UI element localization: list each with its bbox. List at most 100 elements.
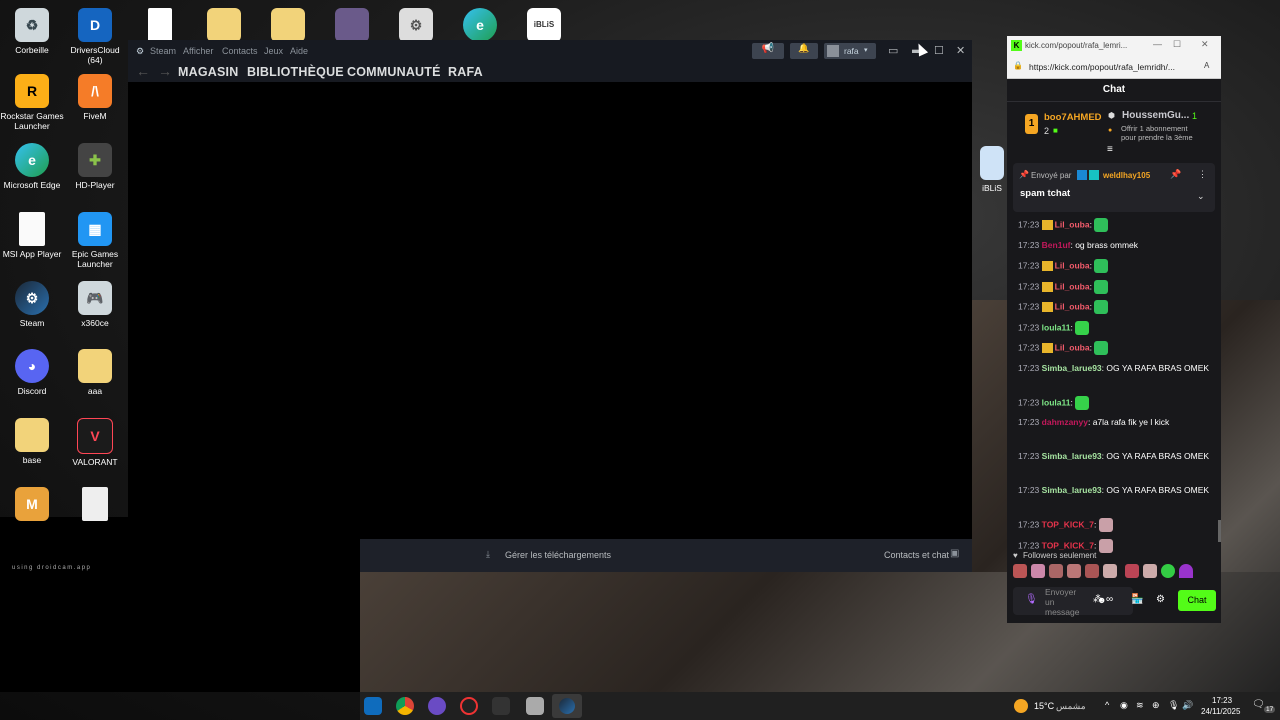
- chat-username[interactable]: Simba_larue93: [1042, 363, 1102, 373]
- chat-username[interactable]: Lil_ouba: [1055, 260, 1090, 270]
- menu-jeux[interactable]: Jeux: [264, 46, 283, 56]
- desktop-icon-base[interactable]: base: [0, 418, 64, 465]
- chat-message[interactable]: 17:23 Lil_ouba:: [1018, 341, 1210, 355]
- menu-afficher[interactable]: Afficher: [183, 46, 213, 56]
- maximize-icon[interactable]: ☐: [1173, 39, 1181, 50]
- back-arrow-icon[interactable]: ←: [136, 63, 150, 79]
- chat-username[interactable]: Lil_ouba: [1055, 219, 1090, 229]
- weather-icon[interactable]: [1014, 699, 1028, 713]
- chat-message[interactable]: 17:23 Simba_larue93: OG YA RAFA BRAS OME…: [1018, 362, 1210, 375]
- desktop-icon-fivem[interactable]: /\ FiveM: [63, 74, 127, 121]
- menu-steam[interactable]: Steam: [150, 46, 176, 56]
- outlook-icon[interactable]: [364, 697, 382, 715]
- network-icon[interactable]: ⊕: [1152, 700, 1160, 711]
- share-icon[interactable]: ⁂: [1093, 594, 1103, 605]
- chat-message[interactable]: 17:23 Lil_ouba:: [1018, 300, 1210, 314]
- read-aloud-icon[interactable]: A: [1204, 61, 1209, 70]
- chat-username[interactable]: Ben1uf: [1042, 240, 1071, 250]
- nav-rafa[interactable]: RAFA: [448, 65, 483, 79]
- chat-username[interactable]: Lil_ouba: [1055, 301, 1090, 311]
- chat-message[interactable]: 17:23 TOP_KICK_7:: [1018, 518, 1210, 532]
- pin-icon[interactable]: 📌: [1170, 169, 1181, 180]
- chat-message[interactable]: 17:23 Simba_larue93: OG YA RAFA BRAS OME…: [1018, 450, 1210, 463]
- clock-date[interactable]: 24/11/2025: [1201, 707, 1240, 716]
- top-gifter-name[interactable]: boo7AHMED: [1044, 112, 1102, 123]
- close-icon[interactable]: ✕: [956, 44, 965, 57]
- forward-arrow-icon[interactable]: →: [158, 63, 172, 79]
- broadcast-icon[interactable]: 📢: [752, 43, 784, 59]
- desktop-icon-file[interactable]: [63, 487, 127, 524]
- menu-contacts[interactable]: Contacts: [222, 46, 258, 56]
- chat-message[interactable]: 17:23 loula11:: [1018, 320, 1210, 335]
- desktop-icon-valorant[interactable]: V VALORANT: [63, 418, 127, 467]
- chat-username[interactable]: loula11: [1042, 322, 1071, 332]
- chat-username[interactable]: Lil_ouba: [1055, 342, 1090, 352]
- scrollbar-thumb[interactable]: [1218, 520, 1221, 542]
- chat-icon[interactable]: ▣: [950, 548, 959, 559]
- bell-icon[interactable]: 🔔: [790, 43, 818, 59]
- user-menu[interactable]: rafa ▾: [824, 43, 876, 59]
- desktop-icon-discord[interactable]: ◕ Discord: [0, 349, 64, 396]
- gear-icon[interactable]: ⚙: [1156, 594, 1165, 605]
- desktop-icon-aaa[interactable]: aaa: [63, 349, 127, 396]
- app-icon[interactable]: [460, 697, 478, 715]
- maximize-icon[interactable]: ☐: [934, 44, 944, 57]
- chat-message[interactable]: 17:23 dahmzanyy: a7la rafa fik ye l kick: [1018, 416, 1210, 429]
- chat-username[interactable]: dahmzanyy: [1042, 417, 1088, 427]
- speaker-icon[interactable]: 🔊: [1182, 700, 1193, 711]
- chat-username[interactable]: Lil_ouba: [1055, 281, 1090, 291]
- desktop-icon-x360ce[interactable]: 🎮 x360ce: [63, 281, 127, 328]
- desktop-icon-recycle-bin[interactable]: ♻ Corbeille: [0, 8, 64, 55]
- chat-message[interactable]: 17:23 TOP_KICK_7:: [1018, 538, 1210, 553]
- pinned-user[interactable]: weldlhay105: [1103, 171, 1150, 180]
- chat-message[interactable]: 17:23 Lil_ouba:: [1018, 218, 1210, 232]
- manage-downloads-link[interactable]: Gérer les téléchargements: [505, 550, 611, 560]
- wifi-icon[interactable]: ≋: [1136, 700, 1144, 711]
- chat-username[interactable]: loula11: [1042, 397, 1071, 407]
- chrome-icon[interactable]: [396, 697, 414, 715]
- record-icon[interactable]: ◉: [1120, 700, 1128, 711]
- steam-logo-icon[interactable]: ⚙: [136, 46, 144, 57]
- desktop-icon-msi-app-player[interactable]: MSI App Player: [0, 212, 64, 259]
- chat-message[interactable]: 17:23 Lil_ouba:: [1018, 259, 1210, 273]
- chat-message[interactable]: 17:23 Ben1uf: og brass ommek: [1018, 239, 1210, 252]
- infinity-icon[interactable]: ∞: [1106, 594, 1113, 605]
- chevron-down-icon[interactable]: ⌄: [1197, 191, 1205, 202]
- chat-username[interactable]: Simba_larue93: [1042, 485, 1102, 495]
- expand-icon[interactable]: ≡: [1107, 144, 1113, 155]
- desktop-icon-driverscloud[interactable]: D DriversCloud (64): [63, 8, 127, 65]
- friends-chat-link[interactable]: Contacts et chat: [884, 550, 949, 560]
- chat-username[interactable]: Simba_larue93: [1042, 451, 1102, 461]
- microphone-icon[interactable]: 🎙: [1025, 594, 1038, 605]
- close-icon[interactable]: ✕: [1201, 39, 1209, 50]
- desktop-icon-edge[interactable]: e Microsoft Edge: [0, 143, 64, 190]
- nav-magasin[interactable]: MAGASIN: [178, 65, 238, 79]
- chat-message[interactable]: 17:23 Simba_larue93: OG YA RAFA BRAS OME…: [1018, 484, 1210, 497]
- chat-input[interactable]: 🎙 Envoyer un message ☻: [1013, 587, 1133, 617]
- desktop-icon-epic-games[interactable]: ▦ Epic Games Launcher: [63, 212, 127, 269]
- chat-message[interactable]: 17:23 Lil_ouba:: [1018, 279, 1210, 294]
- nav-bibliotheque[interactable]: BIBLIOTHÈQUE: [247, 65, 344, 79]
- desktop-icon-rockstar[interactable]: R Rockstar Games Launcher: [0, 74, 64, 131]
- goal-user-name[interactable]: HoussemGu...: [1122, 110, 1189, 121]
- more-icon[interactable]: ⋮: [1198, 169, 1207, 180]
- steam-taskbar-button[interactable]: [552, 694, 582, 718]
- chat-username[interactable]: TOP_KICK_7: [1042, 540, 1094, 550]
- chevron-up-icon[interactable]: ^: [1105, 700, 1109, 710]
- app-icon[interactable]: [492, 697, 510, 715]
- minimize-icon[interactable]: —: [1153, 39, 1162, 49]
- menu-aide[interactable]: Aide: [290, 46, 308, 56]
- clock-time[interactable]: 17:23: [1212, 696, 1232, 705]
- app-icon[interactable]: [428, 697, 446, 715]
- nav-communaute[interactable]: COMMUNAUTÉ: [347, 65, 441, 79]
- address-bar[interactable]: 🔒 https://kick.com/popout/rafa_lemridh/.…: [1007, 56, 1221, 79]
- store-icon[interactable]: 🏪: [1131, 594, 1143, 605]
- microphone-icon[interactable]: 🎙: [1168, 700, 1179, 711]
- chat-username[interactable]: TOP_KICK_7: [1042, 519, 1094, 529]
- notification-icon[interactable]: 🗨: [1252, 699, 1265, 710]
- desktop-icon-shortcut[interactable]: M: [0, 487, 64, 524]
- chat-message[interactable]: 17:23 loula11:: [1018, 395, 1210, 410]
- app-icon[interactable]: [526, 697, 544, 715]
- desktop-icon-hd-player[interactable]: ✚ HD-Player: [63, 143, 127, 190]
- send-chat-button[interactable]: Chat: [1178, 590, 1216, 611]
